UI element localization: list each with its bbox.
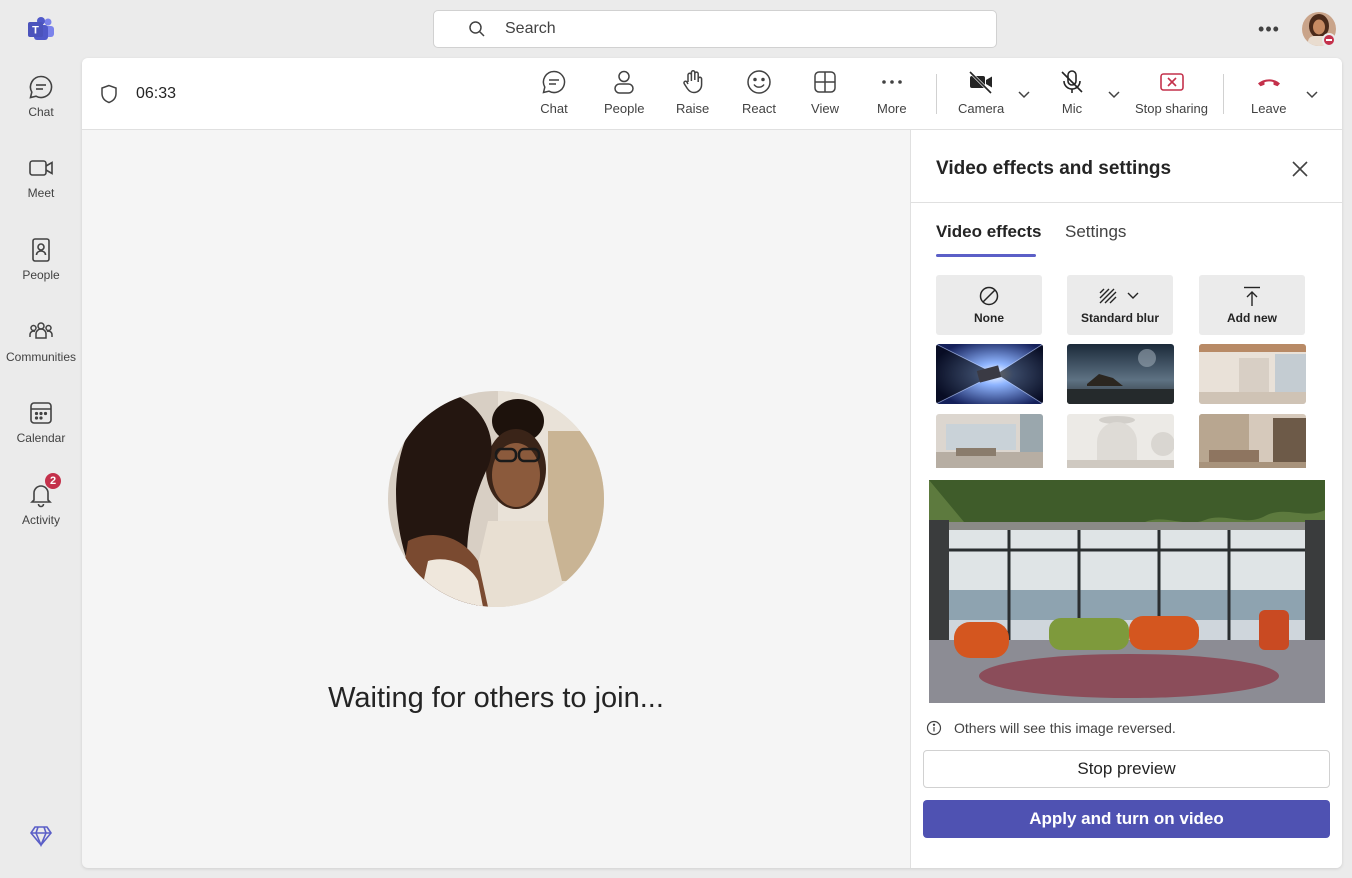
raise-hand-button[interactable]: Raise [676,68,709,124]
background-preview [929,480,1325,703]
meeting-toolbar: 06:33 Chat People Raise React View More [82,58,1342,130]
background-thumbnail[interactable] [936,344,1043,404]
notification-badge: 2 [44,472,62,490]
stop-sharing-button[interactable]: Stop sharing [1135,68,1208,124]
rail-item-meet[interactable]: Meet [0,154,82,224]
people-button-label: People [604,101,645,116]
chevron-down-icon[interactable] [1106,86,1122,102]
teams-logo-icon[interactable]: T [27,16,55,42]
chevron-down-icon[interactable] [1016,86,1032,102]
meeting-window: 06:33 Chat People Raise React View More [82,58,1342,868]
camera-button-label: Camera [958,101,1005,116]
chat-icon [542,70,566,94]
no-effect-icon [979,286,999,306]
app-rail: T Chat Meet People Communities Calendar … [0,0,82,878]
people-button[interactable]: People [604,68,644,124]
shield-icon[interactable] [98,83,120,105]
view-button-label: View [811,101,839,116]
toolbar-divider [936,74,937,114]
leave-button[interactable]: Leave [1251,68,1286,124]
background-thumbnail[interactable] [1067,344,1174,404]
rail-label: Meet [27,186,55,200]
apply-video-button[interactable]: Apply and turn on video [923,800,1330,838]
video-camera-icon [29,160,53,176]
panel-divider [911,202,1342,203]
toolbar-divider [1223,74,1224,114]
rail-label: Chat [28,105,54,119]
communities-icon [29,322,53,339]
chat-button-label: Chat [540,101,568,116]
camera-off-icon [969,70,993,95]
rail-label: Activity [21,513,60,527]
contact-book-icon [32,238,50,262]
add-new-label: Add new [1227,311,1277,325]
blur-icon [1099,288,1139,304]
hang-up-icon [1257,79,1280,87]
status-busy-icon [1322,33,1336,47]
view-button[interactable]: View [811,68,839,124]
effect-blur-button[interactable]: Standard blur [1067,275,1173,335]
rail-item-calendar[interactable]: Calendar [0,399,82,469]
mic-button-label: Mic [1061,101,1083,116]
tab-settings[interactable]: Settings [1065,222,1126,242]
camera-button[interactable]: Camera [958,68,1004,124]
search-icon [469,21,485,37]
panel-title: Video effects and settings [936,158,1172,179]
leave-button-label: Leave [1251,101,1287,116]
react-button-label: React [742,101,776,116]
upload-icon [1244,286,1260,306]
search-box[interactable] [433,10,997,48]
background-thumbnail[interactable] [1067,414,1174,474]
effect-none-button[interactable]: None [936,275,1042,335]
background-thumbnail[interactable] [1199,414,1306,474]
rail-item-people[interactable]: People [0,236,82,306]
chevron-down-icon[interactable] [1304,86,1320,102]
search-input[interactable] [505,20,905,38]
waiting-message: Waiting for others to join... [328,682,664,714]
stop-sharing-button-label: Stop sharing [1135,101,1208,116]
effect-blur-label: Standard blur [1080,311,1159,325]
stop-preview-button[interactable]: Stop preview [923,750,1330,788]
chat-icon [29,75,53,99]
meeting-timer: 06:33 [136,85,177,102]
active-tab-indicator [936,254,1036,257]
premium-diamond-icon[interactable] [28,823,54,849]
reversed-info-text: Others will see this image reversed. [954,720,1176,736]
rail-label: Calendar [16,431,66,445]
mic-button[interactable]: Mic [1058,68,1086,124]
rail-item-chat[interactable]: Chat [0,73,82,143]
rail-item-activity[interactable]: Activity 2 [0,472,82,551]
reversed-info: Others will see this image reversed. [926,720,1176,736]
calendar-icon [30,402,52,424]
rail-label: People [22,268,60,282]
more-options-icon[interactable]: ••• [1256,18,1282,40]
meeting-stage: Waiting for others to join... [82,130,910,868]
participant-photo [388,391,604,607]
stop-share-icon [1159,73,1184,91]
react-button[interactable]: React [742,68,776,124]
rail-label: Communities [5,350,77,364]
emoji-icon [747,70,771,94]
info-icon [926,720,942,736]
mic-off-icon [1061,70,1083,93]
person-icon [614,70,634,94]
effect-none-label: None [974,311,1004,325]
more-button[interactable]: More [877,68,907,124]
background-thumbnail[interactable] [936,414,1043,474]
grid-icon [814,71,836,93]
more-dots-icon [882,80,902,84]
video-effects-panel: Video effects and settings Video effects… [910,130,1342,868]
tab-video-effects[interactable]: Video effects [936,222,1042,242]
rail-item-communities[interactable]: Communities [0,318,82,388]
raise-button-label: Raise [676,101,710,116]
more-button-label: More [877,101,907,116]
close-icon[interactable] [1289,158,1311,180]
chat-button[interactable]: Chat [540,68,568,124]
svg-text:T: T [32,25,39,37]
background-thumbnail[interactable] [1199,344,1306,404]
add-new-background-button[interactable]: Add new [1199,275,1305,335]
hand-icon [682,70,702,94]
